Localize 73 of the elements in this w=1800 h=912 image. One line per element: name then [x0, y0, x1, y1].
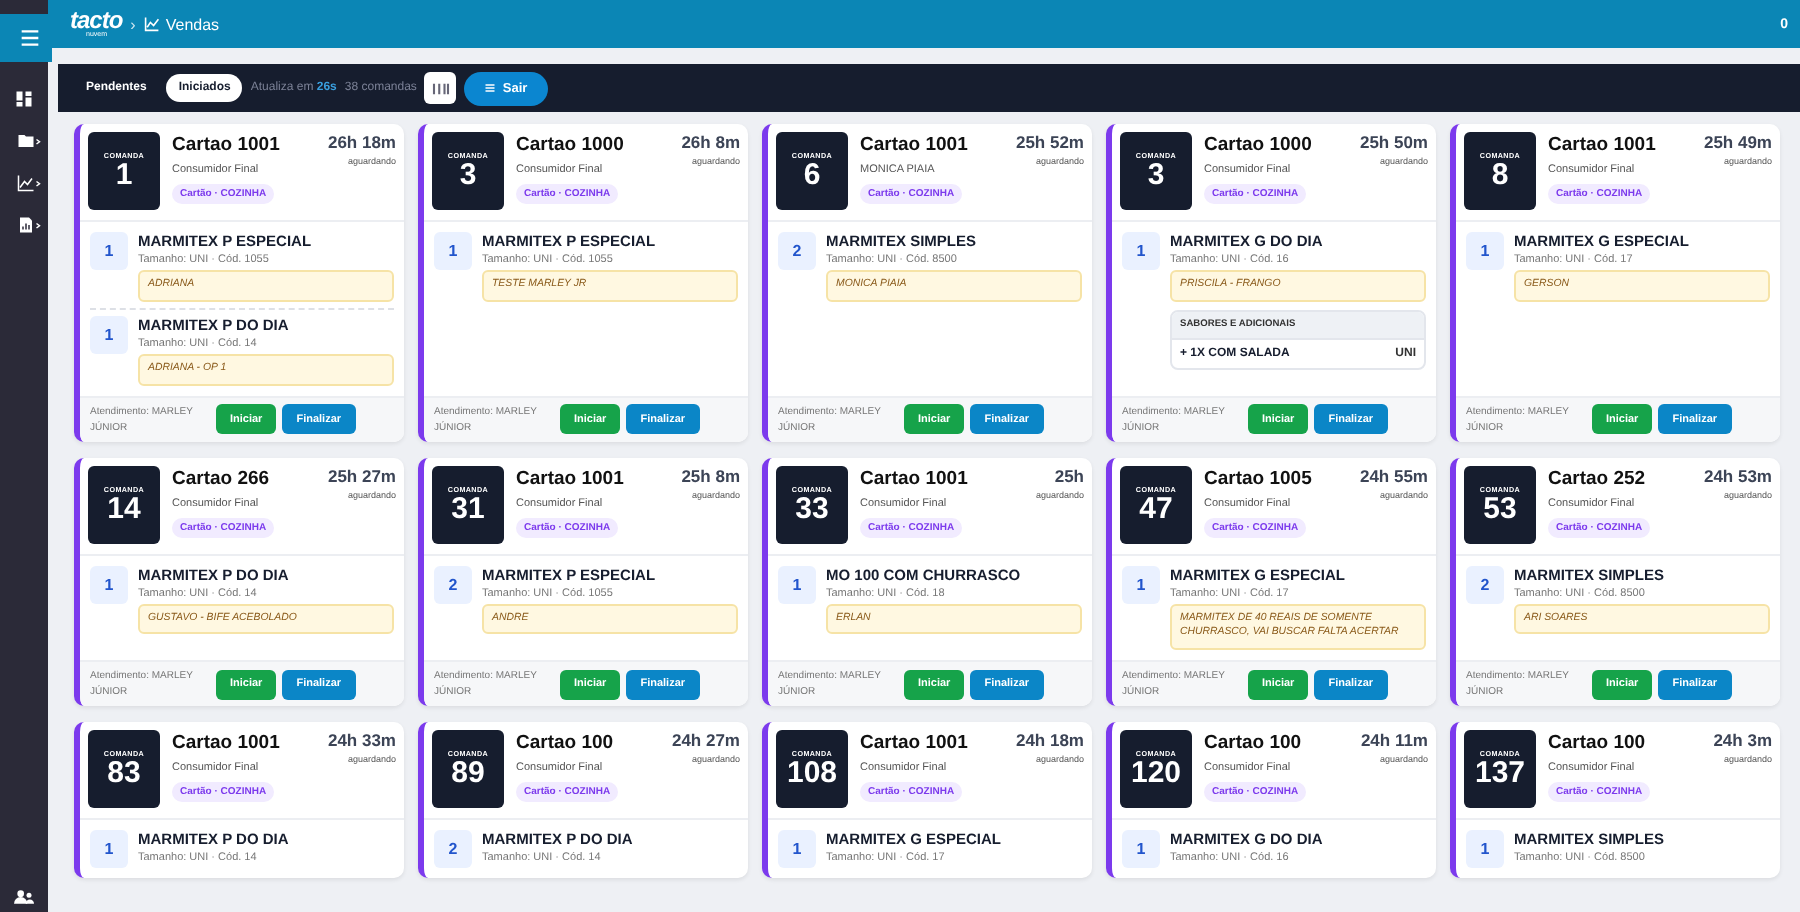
- order-number: 1: [115, 160, 133, 190]
- order-number: 6: [803, 160, 821, 190]
- quantity-badge: 1: [1466, 830, 1504, 869]
- quantity-badge: 1: [1122, 565, 1160, 604]
- card-title: Cartao 266: [172, 467, 270, 490]
- breadcrumb[interactable]: Vendas: [165, 15, 220, 33]
- quantity-badge: 2: [434, 830, 472, 869]
- elapsed-time: 26h 8m: [681, 132, 740, 152]
- quantity-badge: 1: [1466, 232, 1504, 270]
- elapsed-time: 24h 18m: [1015, 730, 1084, 751]
- quantity-badge: 1: [90, 830, 128, 869]
- order-number: 89: [451, 758, 485, 789]
- quantity-badge: 1: [434, 232, 472, 270]
- list-icon: [484, 82, 497, 94]
- order-number: 31: [451, 493, 485, 524]
- elapsed-time: 24h 27m: [671, 730, 740, 751]
- order-number: 33: [795, 493, 829, 524]
- card-title: Cartao 1001: [172, 732, 280, 755]
- card-title: Cartao 1000: [1204, 134, 1312, 156]
- card-title: Cartao 100: [1548, 732, 1646, 755]
- order-number: 14: [107, 493, 141, 524]
- order-number: 108: [786, 758, 838, 789]
- card-title: Cartao 100: [516, 732, 614, 755]
- card-title: Cartao 1001: [1548, 134, 1656, 156]
- quantity-badge: 1: [90, 565, 128, 604]
- logo: tacto: [70, 8, 123, 33]
- chart-icon: [143, 16, 160, 32]
- order-number: 137: [1474, 758, 1526, 789]
- dashboard-icon[interactable]: [14, 90, 34, 108]
- elapsed-time: 25h 8m: [681, 465, 740, 486]
- card-title: Cartao 1001: [860, 732, 968, 755]
- quantity-badge: 1: [90, 315, 128, 354]
- order-number: 3: [459, 160, 477, 190]
- quantity-badge: 1: [1122, 232, 1160, 270]
- elapsed-time: 25h 49m: [1703, 132, 1772, 152]
- card-title: Cartao 1000: [516, 134, 624, 156]
- card-title: Cartao 1001: [172, 134, 280, 156]
- card-title: Cartao 252: [1548, 467, 1646, 490]
- order-number: 47: [1139, 493, 1173, 524]
- breadcrumb-separator: ›: [130, 15, 136, 33]
- quantity-badge: 1: [1122, 830, 1160, 869]
- elapsed-time: 25h: [1054, 465, 1084, 486]
- elapsed-time: 24h 3m: [1713, 730, 1772, 751]
- order-number: 53: [1483, 493, 1517, 524]
- elapsed-time: 24h 11m: [1360, 730, 1428, 751]
- menu-icon[interactable]: [0, 14, 51, 62]
- card-title: Cartao 1001: [516, 467, 624, 490]
- elapsed-time: 25h 52m: [1015, 132, 1084, 152]
- elapsed-time: 26h 18m: [327, 132, 396, 152]
- quantity-badge: 2: [434, 565, 472, 604]
- order-number: 8: [1491, 160, 1509, 190]
- card-title: Cartao 100: [1204, 732, 1302, 755]
- quantity-badge: 1: [778, 830, 816, 869]
- order-number: 83: [107, 758, 141, 789]
- columns-icon: [431, 81, 450, 95]
- users-icon[interactable]: [14, 888, 34, 906]
- quantity-badge: 2: [1466, 565, 1504, 604]
- card-title: Cartao 1001: [860, 134, 968, 156]
- card-title: Cartao 1005: [1204, 467, 1312, 490]
- elapsed-time: 24h 33m: [327, 730, 396, 751]
- order-number: 3: [1147, 160, 1165, 190]
- elapsed-time: 25h 50m: [1359, 132, 1428, 152]
- chart-icon[interactable]: [13, 174, 43, 192]
- quantity-badge: 1: [90, 232, 128, 270]
- order-number: 120: [1130, 758, 1182, 789]
- grid-view-button[interactable]: [424, 72, 457, 104]
- card-title: Cartao 1001: [860, 467, 968, 490]
- quantity-badge: 1: [778, 565, 816, 604]
- elapsed-time: 24h 53m: [1703, 465, 1772, 486]
- quantity-badge: 2: [778, 232, 816, 270]
- elapsed-time: 25h 27m: [327, 465, 396, 486]
- elapsed-time: 24h 55m: [1359, 465, 1428, 486]
- folder-icon[interactable]: [13, 132, 43, 150]
